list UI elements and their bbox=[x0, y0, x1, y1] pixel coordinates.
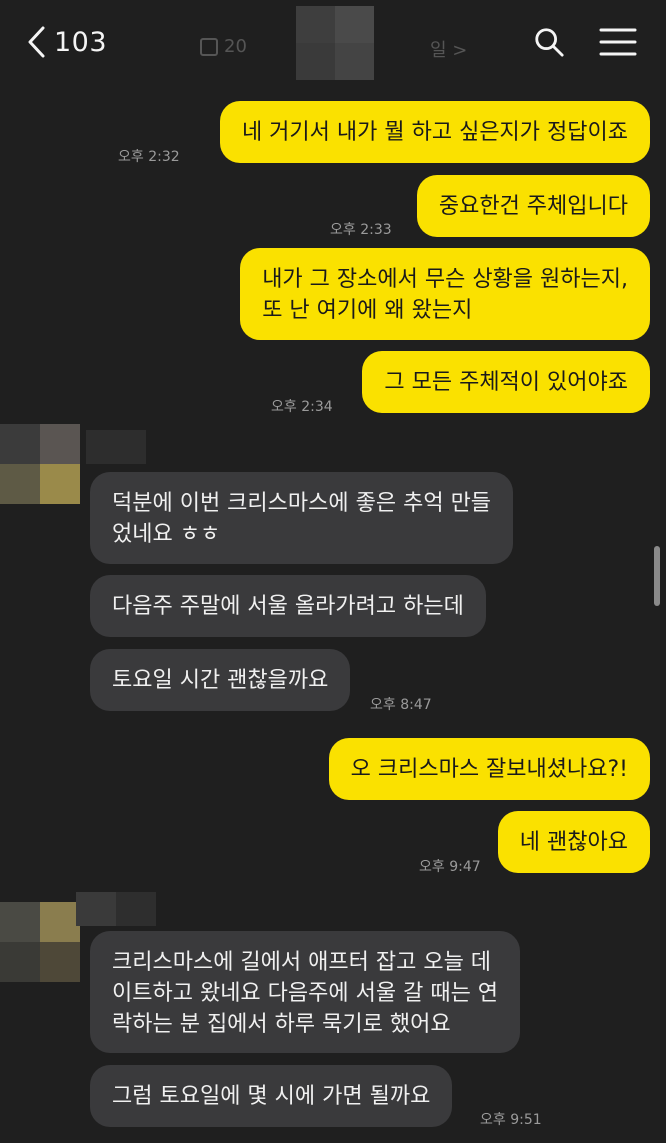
message-line: 크리스마스에 길에서 애프터 잡고 오늘 데 bbox=[112, 950, 492, 975]
sender-name-pixelated bbox=[76, 892, 156, 926]
message-time: 오후 9:47 bbox=[419, 859, 481, 875]
menu-button[interactable] bbox=[596, 22, 640, 62]
message-bubble-mine[interactable]: 내가 그 장소에서 무슨 상황을 원하는지, 또 난 여기에 왜 왔는지 bbox=[240, 248, 650, 340]
message-line: 내가 그 장소에서 무슨 상황을 원하는지, bbox=[262, 267, 628, 292]
message-bubble-other[interactable]: 덕분에 이번 크리스마스에 좋은 추억 만들 었네요 ㅎㅎ bbox=[90, 472, 514, 564]
message-line: 그럼 토요일에 몇 시에 가면 될까요 bbox=[112, 1084, 431, 1109]
message-line: 오 크리스마스 잘보내셨나요?! bbox=[350, 757, 628, 782]
message-line: 덕분에 이번 크리스마스에 좋은 추억 만들 bbox=[112, 491, 492, 516]
scrollbar-thumb[interactable] bbox=[654, 546, 660, 606]
chat-title-pixelated bbox=[296, 6, 374, 80]
avatar-pixelated[interactable] bbox=[0, 424, 80, 504]
message-bubble-mine[interactable]: 그 모든 주체적이 있어야죠 bbox=[362, 351, 650, 413]
message-line: 다음주 주말에 서울 올라가려고 하는데 bbox=[112, 594, 464, 619]
message-bubble-mine[interactable]: 네 거기서 내가 뭘 하고 싶은지가 정답이죠 bbox=[219, 101, 650, 163]
avatar-pixelated[interactable] bbox=[0, 902, 80, 982]
date-filter: 20 bbox=[200, 36, 247, 57]
calendar-icon bbox=[200, 37, 218, 56]
message-bubble-mine[interactable]: 중요한건 주체입니다 bbox=[416, 175, 650, 237]
hamburger-menu-icon bbox=[599, 28, 637, 56]
search-icon bbox=[535, 28, 564, 57]
sender-name-pixelated bbox=[86, 430, 146, 464]
date-hint: 20 bbox=[224, 36, 247, 57]
message-time: 오후 2:34 bbox=[271, 399, 333, 415]
back-button[interactable]: 103 bbox=[26, 24, 116, 60]
chevron-left-icon bbox=[28, 26, 45, 58]
message-bubble-other[interactable]: 토요일 시간 괜찮을까요 bbox=[90, 649, 351, 711]
message-line: 락하는 분 집에서 하루 묵기로 했어요 bbox=[112, 1012, 451, 1037]
message-line: 중요한건 주체입니다 bbox=[438, 194, 628, 219]
message-bubble-other[interactable]: 다음주 주말에 서울 올라가려고 하는데 bbox=[90, 575, 486, 637]
message-line: 이트하고 왔네요 다음주에 서울 갈 때는 연 bbox=[112, 981, 499, 1006]
message-line: 그 모든 주체적이 있어야죠 bbox=[384, 370, 628, 395]
message-time: 오후 8:47 bbox=[370, 697, 432, 713]
message-bubble-other[interactable]: 그럼 토요일에 몇 시에 가면 될까요 bbox=[90, 1065, 453, 1127]
message-bubble-mine[interactable]: 오 크리스마스 잘보내셨나요?! bbox=[328, 738, 650, 800]
message-line: 네 괜찮아요 bbox=[519, 830, 628, 855]
message-line: 토요일 시간 괜찮을까요 bbox=[112, 668, 329, 693]
message-bubble-other[interactable]: 크리스마스에 길에서 애프터 잡고 오늘 데 이트하고 왔네요 다음주에 서울 … bbox=[90, 931, 521, 1053]
message-line: 또 난 여기에 왜 왔는지 bbox=[262, 298, 473, 323]
message-time: 오후 2:32 bbox=[118, 149, 180, 165]
date-hint-right: 일 > bbox=[430, 40, 468, 61]
message-line: 었네요 ㅎㅎ bbox=[112, 522, 221, 547]
message-line: 네 거기서 내가 뭘 하고 싶은지가 정답이죠 bbox=[241, 120, 628, 145]
message-time: 오후 9:51 bbox=[480, 1112, 542, 1128]
chat-header: 103 20 일 > bbox=[0, 0, 666, 86]
message-time: 오후 2:33 bbox=[330, 222, 392, 238]
search-button[interactable] bbox=[527, 22, 571, 62]
unread-count: 103 bbox=[54, 26, 108, 58]
message-bubble-mine[interactable]: 네 괜찮아요 bbox=[497, 811, 650, 873]
